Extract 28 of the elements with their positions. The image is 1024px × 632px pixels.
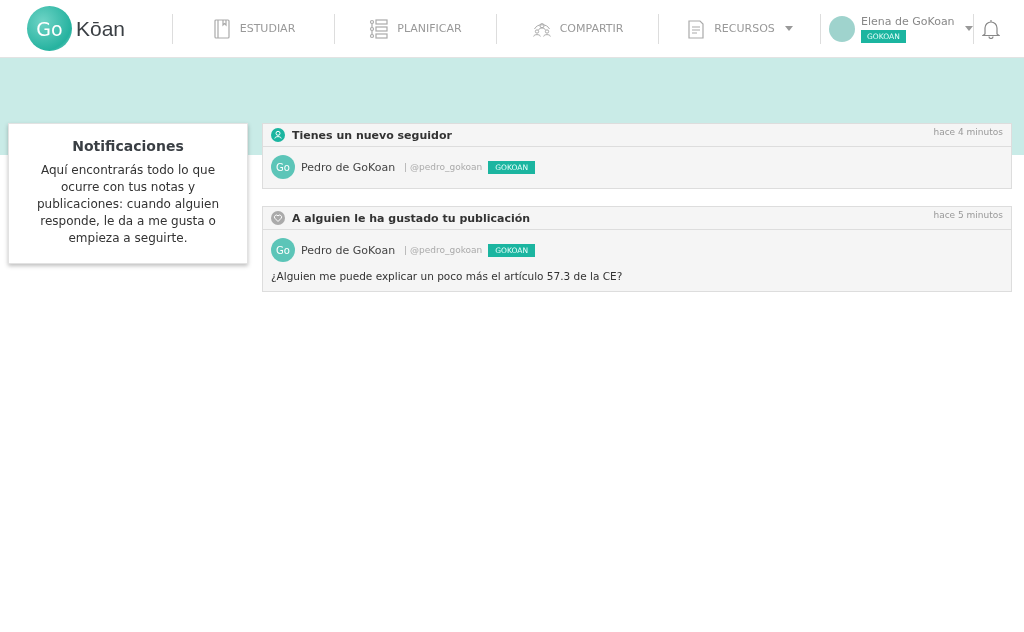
notification-time: hace 4 minutos: [933, 127, 1003, 137]
nav-item[interactable]: COMPARTIR: [497, 8, 658, 49]
caret-icon[interactable]: [965, 26, 973, 31]
notification-title: Tienes un nuevo seguidor: [292, 128, 453, 142]
bell-icon[interactable]: [982, 18, 1000, 39]
user-avatar[interactable]: Go: [271, 238, 295, 262]
user-handle: | @pedro_gokoan: [404, 162, 483, 172]
user-name[interactable]: Pedro de GoKoan: [301, 160, 396, 174]
book-icon: [211, 18, 232, 39]
sidebar-title: Notificaciones: [71, 138, 185, 154]
logo-mark[interactable]: Go: [27, 6, 72, 51]
sidebar-text: Aquí encontrarás todo lo que ocurre con tus notas y publicaciones: cuando alguien responde, le da a me gusta o empieza a seguirte.: [36, 162, 220, 247]
logo-wordmark[interactable]: Kōan: [76, 16, 126, 41]
notification-time: hace 5 minutos: [933, 210, 1003, 220]
user-handle: | @pedro_gokoan: [404, 245, 483, 255]
nav-item[interactable]: RECURSOS: [659, 8, 820, 49]
checklist-icon: [369, 18, 390, 39]
person-icon: [271, 128, 285, 142]
post-text: ¿Alguien me puede explicar un poco más el artículo 57.3 de la CE?: [271, 270, 624, 282]
heart-icon: [271, 211, 285, 225]
user-name[interactable]: Pedro de GoKoan: [301, 243, 396, 257]
document-icon: [686, 18, 707, 39]
avatar[interactable]: [829, 15, 855, 42]
nav-item[interactable]: ESTUDIAR: [173, 8, 334, 49]
user-avatar[interactable]: Go: [271, 155, 295, 179]
user-name[interactable]: Elena de GoKoan: [861, 14, 955, 28]
notification-title: A alguien le ha gustado tu publicación: [292, 211, 532, 225]
nav-item[interactable]: PLANIFICAR: [335, 8, 496, 49]
